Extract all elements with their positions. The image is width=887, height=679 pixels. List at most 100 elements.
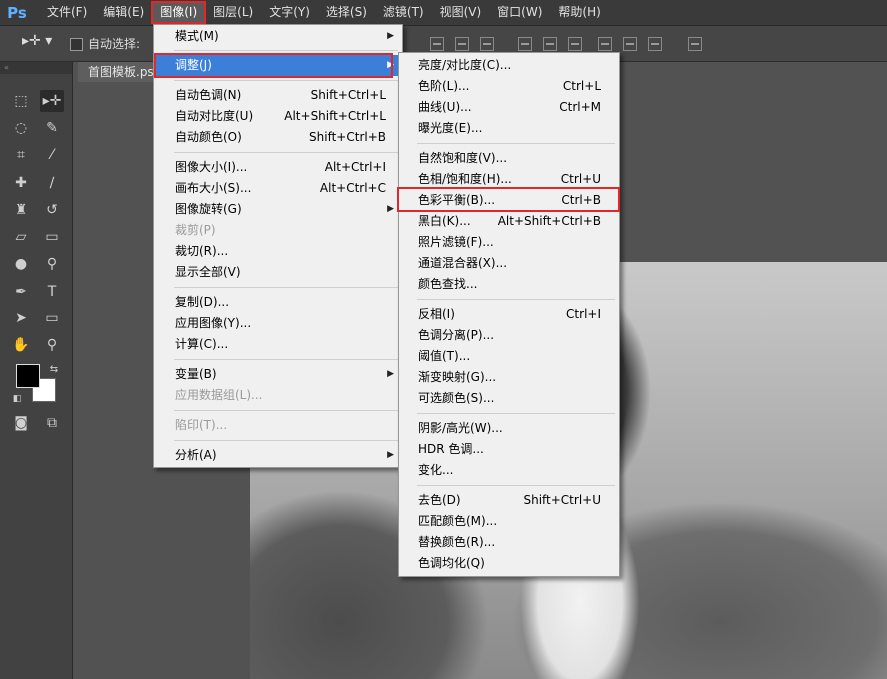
hand-icon[interactable]: ✋ (9, 334, 33, 356)
distribute-bottom-icon[interactable] (568, 37, 582, 51)
toolbox-collapse-icon[interactable]: « (0, 62, 72, 74)
menu-file[interactable]: 文件(F) (34, 2, 95, 23)
adjust-menu-item-14[interactable]: 阈值(T)... (399, 346, 619, 367)
image-menu-item-4[interactable]: 自动对比度(U) Alt+Shift+Ctrl+L (154, 106, 402, 127)
quick-select-icon[interactable]: ✎ (40, 117, 64, 139)
photoshop-logo: Ps (7, 3, 27, 22)
auto-align-icon[interactable] (688, 37, 702, 51)
default-colors-icon[interactable]: ◧ (5, 388, 29, 410)
adjust-menu-item-10[interactable]: 通道混合器(X)... (399, 253, 619, 274)
menu-type[interactable]: 文字(Y) (261, 2, 318, 23)
zoom-icon[interactable]: ⚲ (40, 334, 64, 356)
adjust-menu-item-label: 替换颜色(R)... (418, 535, 496, 549)
menu-separator (417, 485, 615, 486)
adjust-menu-item-3[interactable]: 曲线(U)... Ctrl+M (399, 97, 619, 118)
quick-mask-icon[interactable]: ◙ (9, 412, 33, 434)
image-menu-item-15[interactable]: 变量(B) ▶ (154, 364, 402, 385)
menu-window[interactable]: 窗口(W) (489, 2, 550, 23)
healing-brush-icon[interactable]: ✚ (9, 172, 33, 194)
menu-edit[interactable]: 编辑(E) (95, 2, 152, 23)
adjust-menu-item-17[interactable]: 阴影/高光(W)... (399, 418, 619, 439)
rectangle-icon[interactable]: ▭ (40, 307, 64, 329)
image-menu-item-2[interactable]: 调整(J) ▶ (154, 55, 402, 76)
screen-mode-icon[interactable]: ⧉ (40, 412, 64, 434)
image-menu-item-17: 陷印(T)... (154, 415, 402, 436)
eyedropper-icon[interactable]: ⁄ (40, 144, 64, 166)
adjust-menu-item-13[interactable]: 色调分离(P)... (399, 325, 619, 346)
adjust-menu-item-4[interactable]: 曝光度(E)... (399, 118, 619, 139)
history-brush-icon[interactable]: ↺ (40, 199, 64, 221)
crop-icon[interactable]: ⌗ (9, 144, 33, 166)
lasso-icon[interactable]: ◌ (9, 117, 33, 139)
menu-help[interactable]: 帮助(H) (550, 2, 608, 23)
distribute-vcenter-icon[interactable] (543, 37, 557, 51)
adjust-menu-item-21[interactable]: 匹配颜色(M)... (399, 511, 619, 532)
adjust-menu-item-15[interactable]: 渐变映射(G)... (399, 367, 619, 388)
adjust-menu-item-6[interactable]: 色相/饱和度(H)... Ctrl+U (399, 169, 619, 190)
image-menu-item-10[interactable]: 裁切(R)... (154, 241, 402, 262)
foreground-color-swatch[interactable] (16, 364, 40, 388)
submenu-arrow-icon: ▶ (387, 31, 394, 41)
path-select-icon[interactable]: ➤ (9, 307, 33, 329)
adjust-menu-item-8[interactable]: 黑白(K)... Alt+Shift+Ctrl+B (399, 211, 619, 232)
adjust-menu-item-5[interactable]: 自然饱和度(V)... (399, 148, 619, 169)
adjust-menu-item-18[interactable]: HDR 色调... (399, 439, 619, 460)
adjust-menu-item-1[interactable]: 亮度/对比度(C)... (399, 55, 619, 76)
menu-image[interactable]: 图像(I) (151, 1, 207, 24)
adjust-menu-item-22[interactable]: 替换颜色(R)... (399, 532, 619, 553)
adjust-menu-item-19[interactable]: 变化... (399, 460, 619, 481)
brush-icon[interactable]: ∕ (40, 172, 64, 194)
image-menu-item-13[interactable]: 应用图像(Y)... (154, 313, 402, 334)
document-tab[interactable]: 首图模板.ps (78, 62, 165, 82)
adjust-menu-item-12[interactable]: 反相(I) Ctrl+I (399, 304, 619, 325)
swap-colors-icon[interactable]: ⇆ (42, 358, 66, 380)
marquee-icon[interactable]: ⬚ (9, 90, 33, 112)
align-vcenter-icon[interactable] (455, 37, 469, 51)
adjust-menu-item-2[interactable]: 色阶(L)... Ctrl+L (399, 76, 619, 97)
adjust-menu-item-label: 色阶(L)... (418, 79, 470, 93)
move-icon[interactable]: ▸✛ (40, 90, 64, 112)
menu-filter[interactable]: 滤镜(T) (375, 2, 432, 23)
type-icon[interactable]: T (40, 281, 64, 303)
image-menu-item-14[interactable]: 计算(C)... (154, 334, 402, 355)
auto-select-label: 自动选择: (88, 37, 141, 51)
image-menu-item-6[interactable]: 图像大小(I)... Alt+Ctrl+I (154, 157, 402, 178)
dodge-icon[interactable]: ⚲ (40, 253, 64, 275)
menu-separator (417, 299, 615, 300)
adjust-menu-item-9[interactable]: 照片滤镜(F)... (399, 232, 619, 253)
image-menu-item-3[interactable]: 自动色调(N) Shift+Ctrl+L (154, 85, 402, 106)
pen-icon[interactable]: ✒ (9, 281, 33, 303)
image-menu-item-8[interactable]: 图像旋转(G) ▶ (154, 199, 402, 220)
menu-separator (174, 50, 398, 51)
menu-separator (417, 413, 615, 414)
menu-select[interactable]: 选择(S) (318, 2, 375, 23)
adjust-menu-item-label: HDR 色调... (418, 442, 484, 456)
move-tool-preset-icon[interactable]: ▸✛ ▾ (22, 33, 62, 53)
adjust-menu-item-11[interactable]: 颜色查找... (399, 274, 619, 295)
distribute-left-icon[interactable] (598, 37, 612, 51)
menu-view[interactable]: 视图(V) (432, 2, 490, 23)
adjust-menu-item-20[interactable]: 去色(D) Shift+Ctrl+U (399, 490, 619, 511)
image-menu-item-1[interactable]: 模式(M) ▶ (154, 26, 402, 47)
distribute-right-icon[interactable] (648, 37, 662, 51)
image-menu-item-5[interactable]: 自动颜色(O) Shift+Ctrl+B (154, 127, 402, 148)
clone-stamp-icon[interactable]: ♜ (9, 199, 33, 221)
image-menu-item-7[interactable]: 画布大小(S)... Alt+Ctrl+C (154, 178, 402, 199)
distribute-top-icon[interactable] (518, 37, 532, 51)
eraser-icon[interactable]: ▱ (9, 226, 33, 248)
blur-icon[interactable]: ● (9, 253, 33, 275)
image-menu-item-shortcut: Alt+Ctrl+C (319, 181, 386, 195)
distribute-hcenter-icon[interactable] (623, 37, 637, 51)
image-menu-item-11[interactable]: 显示全部(V) (154, 262, 402, 283)
adjust-menu-item-7[interactable]: 色彩平衡(B)... Ctrl+B (399, 190, 619, 211)
image-menu-item-shortcut: Alt+Ctrl+I (324, 160, 386, 174)
auto-select-checkbox[interactable] (70, 38, 83, 51)
align-bottom-icon[interactable] (480, 37, 494, 51)
adjust-menu-item-23[interactable]: 色调均化(Q) (399, 553, 619, 574)
image-menu-item-18[interactable]: 分析(A) ▶ (154, 445, 402, 466)
image-menu-item-12[interactable]: 复制(D)... (154, 292, 402, 313)
menu-layer[interactable]: 图层(L) (205, 2, 261, 23)
gradient-icon[interactable]: ▭ (40, 226, 64, 248)
align-top-icon[interactable] (430, 37, 444, 51)
adjust-menu-item-16[interactable]: 可选颜色(S)... (399, 388, 619, 409)
